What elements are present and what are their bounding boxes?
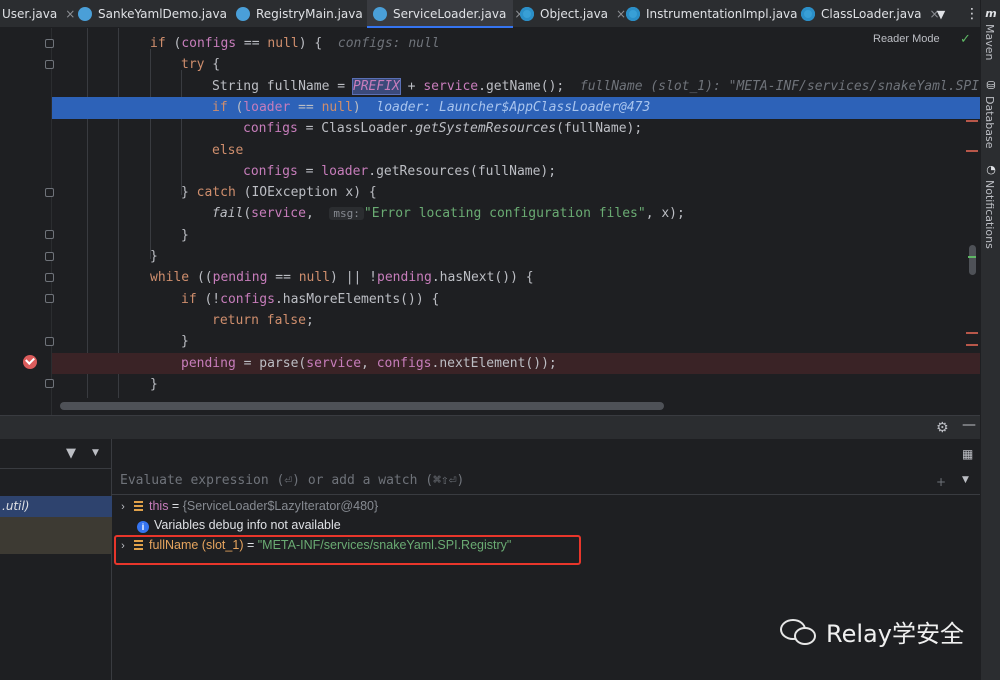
close-icon[interactable]: × xyxy=(616,7,626,21)
code-line[interactable]: else xyxy=(52,140,980,161)
tab-instrumentationimpl-java[interactable]: InstrumentationImpl.java × xyxy=(626,0,816,28)
chevron-down-icon[interactable]: ▼ xyxy=(962,475,969,485)
tab-sankeyamldemo-java[interactable]: SankeYamlDemo.java × xyxy=(78,0,245,28)
frame-item[interactable] xyxy=(0,517,112,554)
code-line[interactable]: String fullName = PREFIX + service.getNa… xyxy=(52,76,980,97)
gear-icon[interactable]: ⚙ xyxy=(936,420,949,436)
java-class-icon xyxy=(801,7,815,21)
tool-window-database[interactable]: Database xyxy=(983,96,996,149)
tab-label: RegistryMain.java xyxy=(256,7,363,21)
watermark-text: Relay学安全 xyxy=(826,620,964,648)
minimize-icon[interactable]: — xyxy=(962,417,976,433)
tool-window-notifications[interactable]: Notifications xyxy=(983,180,996,249)
code-editor[interactable]: if (configs == null) { configs: null try… xyxy=(0,28,980,415)
inline-debug-value: configs: null xyxy=(337,36,440,51)
annotation-highlight-box xyxy=(114,535,581,565)
tab-registrymain-java[interactable]: RegistryMain.java × xyxy=(236,0,381,28)
tab-object-java[interactable]: Object.java × xyxy=(520,0,626,28)
reader-mode-toggle[interactable]: Reader Mode xyxy=(873,33,940,45)
tab-label: ClassLoader.java xyxy=(821,7,922,21)
code-line[interactable]: try { xyxy=(52,54,980,75)
editor-tab-bar: User.java × SankeYamlDemo.java × Registr… xyxy=(0,0,1000,28)
tab-label: Object.java xyxy=(540,7,609,21)
breakpoint-line[interactable]: pending = parse(service, configs.nextEle… xyxy=(52,352,980,374)
code-line[interactable]: configs = ClassLoader.getSystemResources… xyxy=(52,118,980,139)
info-icon: i xyxy=(137,521,149,533)
maven-icon[interactable]: m xyxy=(985,8,997,20)
variable-row-this[interactable]: › this = {ServiceLoader$LazyIterator@480} xyxy=(112,496,378,516)
error-stripe-marker[interactable] xyxy=(966,150,978,152)
expand-arrow-icon[interactable]: › xyxy=(112,497,134,517)
horizontal-scrollbar[interactable] xyxy=(60,402,664,410)
watermark: Relay学安全 xyxy=(780,614,964,649)
frame-item-selected[interactable]: .util) xyxy=(0,496,112,517)
close-icon[interactable]: × xyxy=(65,7,75,21)
tab-label: User.java xyxy=(2,7,58,21)
change-stripe-marker[interactable] xyxy=(968,256,976,258)
code-line[interactable]: if (!configs.hasMoreElements()) { xyxy=(52,289,980,310)
error-stripe-marker[interactable] xyxy=(966,120,978,122)
inline-debug-value: fullName (slot_1): "META-INF/services/sn… xyxy=(579,78,980,94)
tab-classloader-java[interactable]: ClassLoader.java × xyxy=(801,0,940,28)
filter-icon[interactable]: ▼ xyxy=(66,446,76,461)
frames-toolbar: ▼ ▼ xyxy=(0,439,112,469)
breakpoint-icon[interactable] xyxy=(23,355,37,369)
database-icon[interactable]: ⛁ xyxy=(985,80,997,92)
chevron-down-icon[interactable]: ▼ xyxy=(928,0,954,28)
evaluate-expression-input[interactable]: Evaluate expression (⏎) or add a watch (… xyxy=(112,467,980,495)
code-line[interactable]: return false; xyxy=(52,310,980,331)
code-line[interactable]: configs = loader.getResources(fullName); xyxy=(52,161,980,182)
code-line[interactable]: fail(service, msg: "Error locating config… xyxy=(52,203,980,224)
tool-window-maven[interactable]: Maven xyxy=(983,24,996,60)
right-tool-strip: m Maven ⛁ Database ◔ Notifications xyxy=(980,0,1000,680)
code-line[interactable]: } xyxy=(52,225,980,246)
java-class-icon xyxy=(236,7,250,21)
vertical-scrollbar[interactable] xyxy=(969,245,976,275)
chevron-down-icon[interactable]: ▼ xyxy=(92,448,99,458)
bell-icon[interactable]: ◔ xyxy=(985,164,997,176)
layout-icon[interactable]: ▦ xyxy=(962,447,973,461)
frames-panel: ▼ ▼ .util) xyxy=(0,439,112,680)
code-line[interactable]: } catch (IOException x) { xyxy=(52,182,980,203)
debug-panel-header: ⚙ — xyxy=(0,415,980,439)
code-line[interactable]: } xyxy=(52,331,980,352)
tab-label: ServiceLoader.java xyxy=(393,7,507,21)
java-class-icon xyxy=(520,7,534,21)
java-class-icon xyxy=(373,7,387,21)
inline-debug-value: loader: Launcher$AppClassLoader@473 xyxy=(376,99,651,115)
tab-serviceloader-java[interactable]: ServiceLoader.java × xyxy=(367,0,524,28)
code-line[interactable]: if (configs == null) { configs: null xyxy=(52,33,980,54)
tab-label: SankeYamlDemo.java xyxy=(98,7,227,21)
add-watch-icon[interactable]: + xyxy=(936,475,946,489)
check-icon[interactable]: ✓ xyxy=(960,32,971,47)
tab-user-java[interactable]: User.java × xyxy=(0,0,75,28)
tab-label: InstrumentationImpl.java xyxy=(646,7,798,21)
variable-info-row: i Variables debug info not available xyxy=(112,515,341,535)
code-line[interactable]: } xyxy=(52,246,980,267)
error-stripe-marker[interactable] xyxy=(966,332,978,334)
current-execution-line[interactable]: if (loader == null) loader: Launcher$App… xyxy=(52,96,980,119)
more-vertical-icon[interactable]: ⋮ xyxy=(962,0,982,28)
parameter-hint: msg: xyxy=(329,207,364,221)
wechat-logo-icon xyxy=(780,617,818,647)
java-class-icon xyxy=(78,7,92,21)
variable-icon xyxy=(134,501,143,511)
java-class-icon xyxy=(626,7,640,21)
code-line[interactable]: while ((pending == null) || !pending.has… xyxy=(52,267,980,288)
code-line[interactable]: } xyxy=(52,374,980,395)
error-stripe-marker[interactable] xyxy=(966,344,978,346)
